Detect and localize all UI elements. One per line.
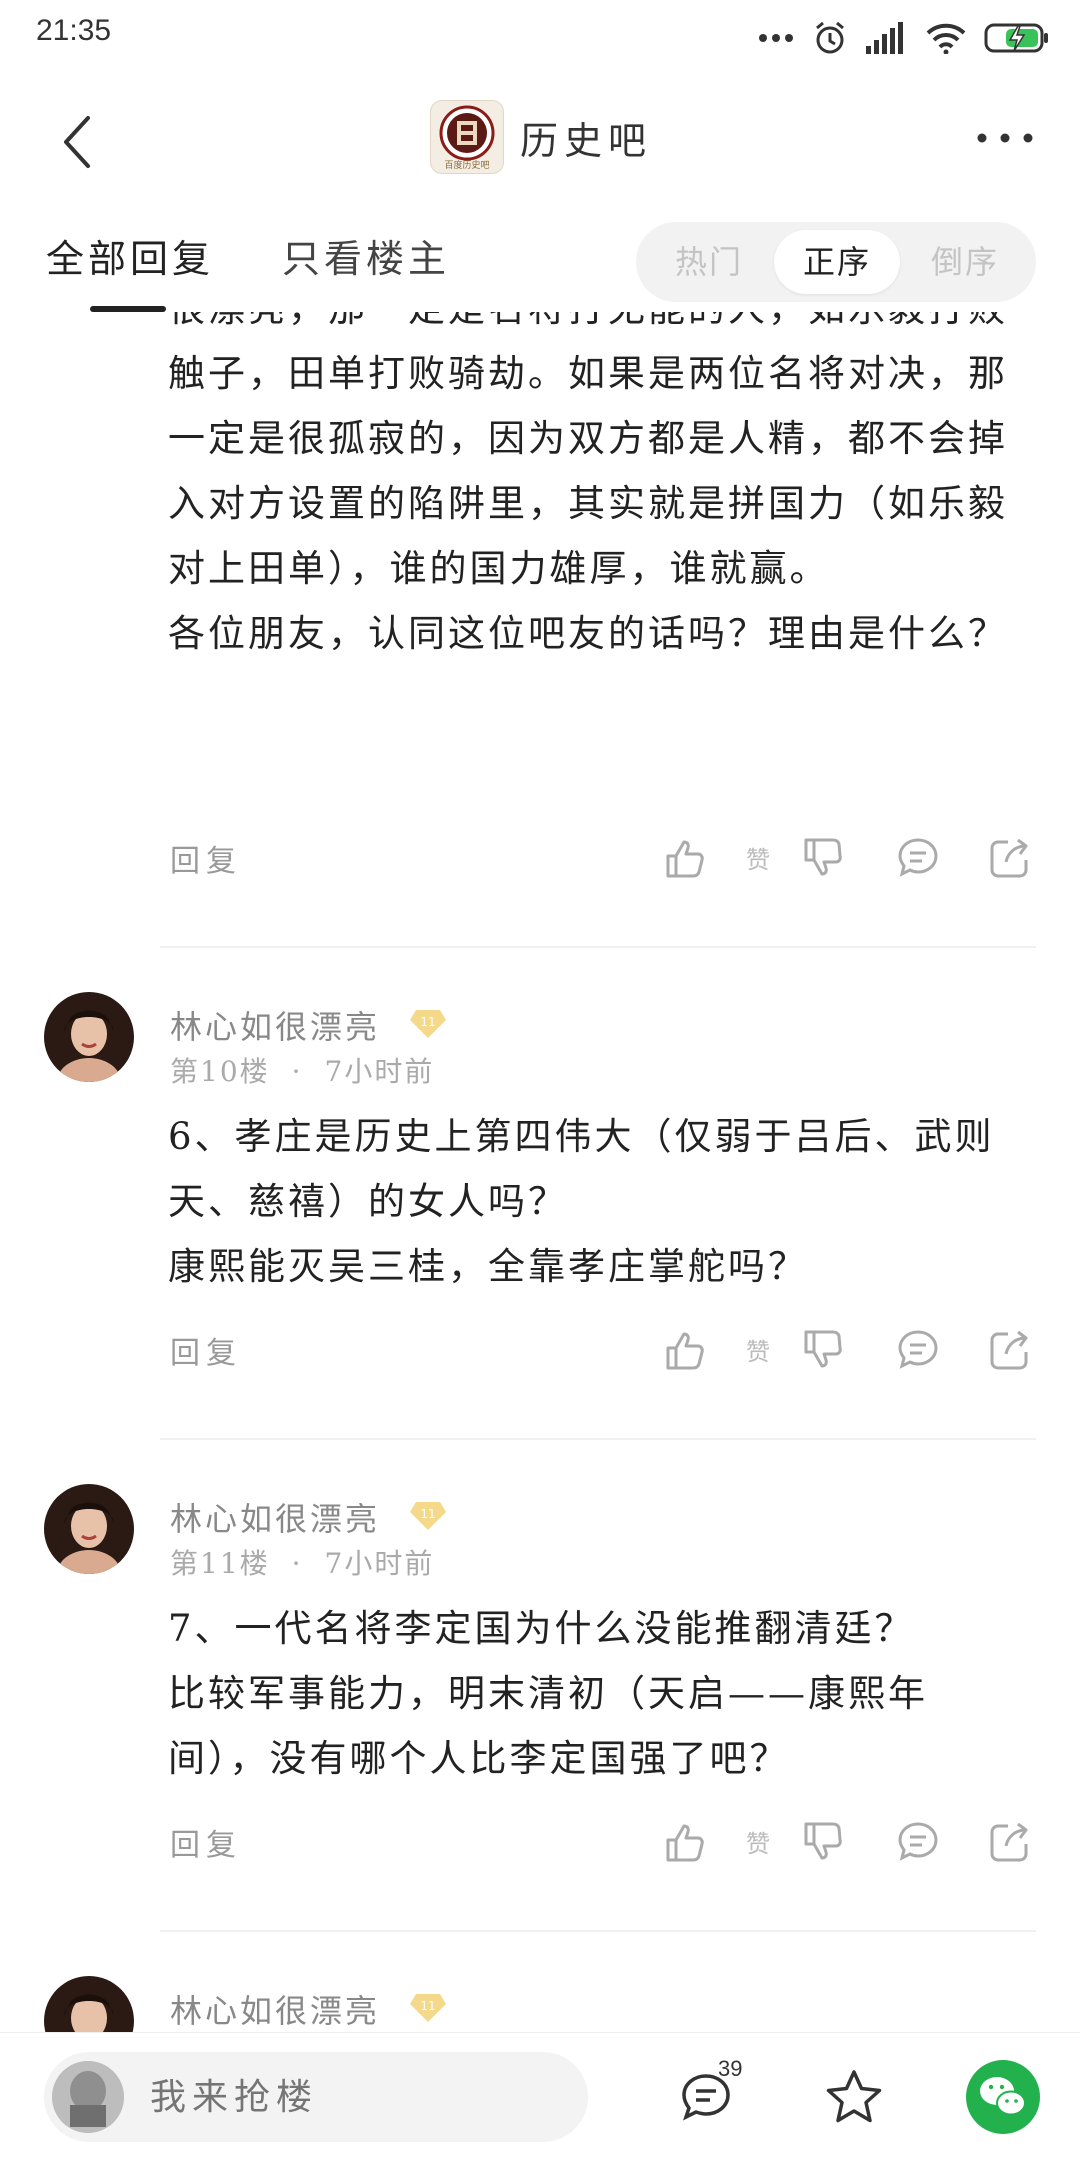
forum-title[interactable]: 历史吧 xyxy=(520,110,652,165)
level-badge-icon: 11 xyxy=(410,1994,446,2022)
battery-charging-icon xyxy=(984,23,1048,53)
more-notifications-icon xyxy=(759,34,793,42)
floor-number: 第11楼 xyxy=(170,1547,270,1580)
level-badge-icon: 11 xyxy=(410,1010,446,1038)
user-avatar-icon xyxy=(44,1976,134,2032)
status-time: 21:35 xyxy=(36,14,112,47)
thumbs-down-icon[interactable] xyxy=(800,1326,848,1374)
divider xyxy=(160,1930,1036,1932)
floor-number: 第10楼 xyxy=(170,1055,270,1088)
thumbs-down-icon[interactable] xyxy=(800,1818,848,1866)
post-body: 很漂亮，那一定是名将打无能的人，如乐毅打败触子，田单打败骑劫。如果是两位名将对决… xyxy=(168,312,1008,655)
tab-op-only[interactable]: 只看楼主 xyxy=(282,228,450,283)
thumbs-up-icon[interactable] xyxy=(662,834,710,882)
reply-button[interactable]: 回复 xyxy=(170,1328,242,1372)
meta-dot: · xyxy=(291,1547,303,1580)
post-meta: 第10楼 · 7小时前 xyxy=(170,1050,434,1090)
reply-list[interactable]: 很漂亮，那一定是名将打无能的人，如乐毅打败触子，田单打败骑劫。如果是两位名将对决… xyxy=(0,312,1080,2032)
share-icon[interactable] xyxy=(986,834,1034,882)
avatar[interactable] xyxy=(44,992,134,1082)
tab-all-replies[interactable]: 全部回复 xyxy=(46,228,214,283)
meta-dot: · xyxy=(291,1055,303,1088)
signal-icon xyxy=(866,22,903,54)
post-time: 7小时前 xyxy=(324,1055,435,1088)
level-number: 11 xyxy=(420,1999,435,2013)
like-label: 赞 xyxy=(746,846,770,874)
share-icon[interactable] xyxy=(986,1818,1034,1866)
thumbs-up-icon[interactable] xyxy=(662,1818,710,1866)
sort-asc-button[interactable]: 正序 xyxy=(774,230,900,294)
comment-icon[interactable] xyxy=(894,834,942,882)
wifi-icon xyxy=(926,23,966,54)
wechat-share-button[interactable] xyxy=(966,2060,1040,2134)
my-avatar[interactable] xyxy=(52,2061,124,2133)
alarm-icon xyxy=(816,21,844,54)
level-number: 11 xyxy=(420,1015,435,1029)
user-avatar-icon xyxy=(44,992,134,1082)
author-name[interactable]: 林心如很漂亮 xyxy=(170,1986,380,2032)
avatar[interactable] xyxy=(44,1976,134,2032)
level-badge-icon: 11 xyxy=(410,1502,446,1530)
divider xyxy=(160,946,1036,948)
sort-desc-button[interactable]: 倒序 xyxy=(902,230,1028,294)
status-icons xyxy=(758,18,1050,58)
favorite-star-icon[interactable] xyxy=(822,2066,886,2130)
reply-input[interactable] xyxy=(150,2072,570,2122)
sort-hot-button[interactable]: 热门 xyxy=(646,230,772,294)
author-name[interactable]: 林心如很漂亮 xyxy=(170,1002,380,1048)
divider xyxy=(160,1438,1036,1440)
back-icon[interactable] xyxy=(56,112,100,172)
post-meta: 第11楼 · 7小时前 xyxy=(170,1542,434,1582)
comment-icon[interactable] xyxy=(894,1818,942,1866)
comment-count: 39 xyxy=(718,2056,743,2081)
sort-toggle: 热门 正序 倒序 xyxy=(636,222,1036,302)
reply-button[interactable]: 回复 xyxy=(170,1820,242,1864)
my-avatar-icon xyxy=(52,2061,124,2133)
like-label: 赞 xyxy=(746,1830,770,1858)
thumbs-down-icon[interactable] xyxy=(800,834,848,882)
more-options-icon[interactable] xyxy=(970,118,1040,158)
user-avatar-icon xyxy=(44,1484,134,1574)
level-number: 11 xyxy=(420,1507,435,1521)
post-body: 6、孝庄是历史上第四伟大（仅弱于吕后、武则天、慈禧）的女人吗？ 康熙能灭吴三桂，… xyxy=(168,1115,995,1288)
author-name[interactable]: 林心如很漂亮 xyxy=(170,1494,380,1540)
post-body: 7、一代名将李定国为什么没能推翻清廷？ 比较军事能力，明末清初（天启——康熙年间… xyxy=(168,1607,928,1780)
status-bar: 21:35 xyxy=(0,0,1080,72)
avatar[interactable] xyxy=(44,1484,134,1574)
like-label: 赞 xyxy=(746,1338,770,1366)
post-time: 7小时前 xyxy=(324,1547,435,1580)
wechat-icon xyxy=(980,2077,1026,2116)
reply-button[interactable]: 回复 xyxy=(170,836,242,880)
forum-logo-caption: 百度历史吧 xyxy=(444,161,490,171)
share-icon[interactable] xyxy=(986,1326,1034,1374)
thumbs-up-icon[interactable] xyxy=(662,1326,710,1374)
comment-icon[interactable] xyxy=(894,1326,942,1374)
